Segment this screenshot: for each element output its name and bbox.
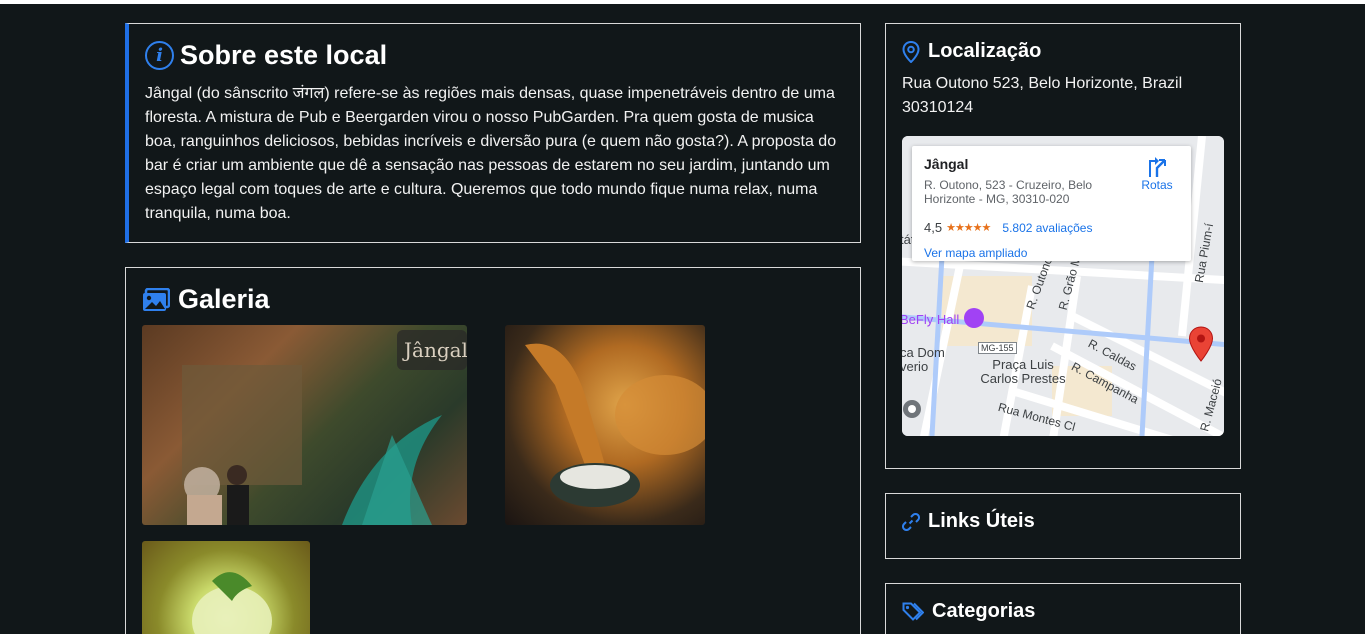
link-icon [902,512,920,531]
snack-illustration [525,343,705,507]
map-label-befly: BeFly Hall [902,312,960,327]
gallery-photo-snack[interactable] [505,325,705,525]
map-label-route: MG-155 [978,342,1017,354]
categories-heading[interactable]: Categorias [902,600,1035,623]
useful-links-card: Links Úteis [885,493,1241,559]
map-label-praca: Praça Luis Carlos Prestes [980,357,1066,386]
map-pin-icon [902,40,920,63]
rating-stars-icon: ★★★★★ [946,222,991,234]
view-larger-map-link[interactable]: Ver mapa ampliado [924,246,1027,260]
tags-icon [902,602,924,621]
links-title: Links Úteis [928,510,1035,532]
about-title: Sobre este local [180,40,388,70]
embedded-map[interactable]: tát BeFly Hall ca Domverio MG-155 Praça … [902,136,1224,436]
directions-icon [1149,157,1166,177]
gallery-title: Galeria [178,284,270,314]
location-card: Localização Rua Outono 523, Belo Horizon… [885,23,1241,469]
categories-card: Categorias [885,583,1241,634]
reviews-link[interactable]: 5.802 avaliações [1002,221,1092,235]
about-heading: i Sobre este local [145,40,387,71]
drink-illustration [192,572,272,634]
gallery-photo-storefront[interactable]: Jângal [142,325,467,525]
image-gallery-icon [143,287,170,311]
location-title: Localização [928,40,1042,62]
categories-title: Categorias [932,600,1036,622]
map-place-name: Jângal [924,156,969,172]
storefront-illustration: Jângal [182,330,467,525]
directions-label: Rotas [1141,178,1173,192]
rating-value: 4,5 [924,220,943,235]
map-label-dom: ca Dom verio [902,345,945,374]
map-place-card: Jângal R. Outono, 523 - Cruzeiro, Belo H… [912,146,1191,261]
about-card: i Sobre este local Jângal (do sânscrito … [125,23,861,243]
about-description: Jângal (do sânscrito जंगल) refere-se às … [145,85,837,222]
links-heading[interactable]: Links Úteis [902,510,1035,533]
top-bar [0,0,1365,4]
directions-button[interactable]: Rotas [1137,156,1177,192]
svg-text:Jângal: Jângal [402,338,467,362]
location-address: Rua Outono 523, Belo Horizonte, Brazil 3… [902,75,1183,116]
map-place-address: R. Outono, 523 - Cruzeiro, Belo Horizont… [924,178,1093,206]
map-location-pin-icon[interactable] [1188,326,1214,362]
gallery-card: Galeria Jângal [125,267,861,634]
gallery-photo-drink[interactable] [142,541,310,634]
info-icon: i [145,41,174,70]
location-heading: Localização [902,40,1041,63]
map-place-rating: 4,5 ★★★★★ 5.802 avaliações [924,220,1092,235]
gallery-heading: Galeria [142,284,270,315]
